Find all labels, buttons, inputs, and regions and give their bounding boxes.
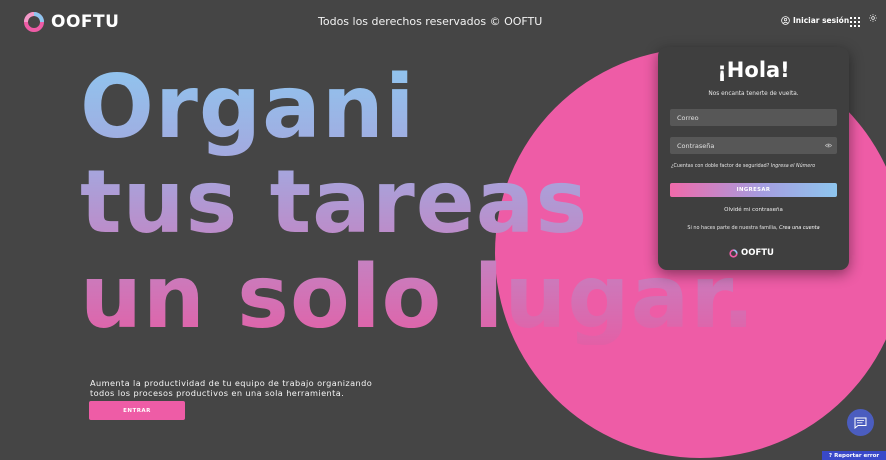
login-link[interactable]: Iniciar sesión [781,16,849,25]
card-brand-logo: OOFTU [729,248,774,258]
hero-subtitle: Aumenta la productividad de tu equipo de… [90,378,390,398]
login-link-label: Iniciar sesión [793,16,850,25]
report-error-button[interactable]: ? Reportar error [822,451,886,460]
chat-button[interactable] [847,409,874,436]
two-factor-prompt: ¿Cuentas con doble factor de seguridad? … [671,164,815,169]
apps-grid-icon[interactable] [850,17,860,27]
password-field[interactable] [670,137,837,154]
hero-subtitle-line-2: todos los procesos productivos en una so… [90,388,345,398]
card-brand-name: OOFTU [741,248,774,258]
two-factor-link[interactable]: Ingresa el Número [771,164,815,169]
hero-subtitle-line-1: Aumenta la productividad de tu equipo de… [90,378,373,388]
signup-link[interactable]: Crea una cuenta [779,225,820,231]
enter-button[interactable]: ENTRAR [89,401,185,420]
email-field[interactable] [670,109,837,126]
forgot-password-link[interactable]: Olvidé mi contraseña [658,207,849,213]
login-button[interactable]: INGRESAR [670,183,837,197]
question-icon: ? [828,452,833,459]
ooftu-logo-icon [24,12,44,32]
eye-icon[interactable] [825,143,832,148]
brand-logo[interactable]: OOFTU [23,11,119,33]
login-subtitle: Nos encanta tenerte de vuelta. [708,91,799,97]
two-factor-text: ¿Cuentas con doble factor de seguridad? [671,164,770,169]
brand-name: OOFTU [51,12,120,32]
signup-prompt: Si no haces parte de nuestra familia, Cr… [658,225,849,231]
sun-icon[interactable] [869,14,877,22]
ooftu-logo-icon [729,248,738,258]
copyright-text: Todos los derechos reservados © OOFTU [318,15,543,28]
login-card: ¡Hola! Nos encanta tenerte de vuelta. ¿C… [658,47,849,270]
user-icon [781,16,790,25]
chat-icon [854,417,867,429]
login-title: ¡Hola! [717,58,790,82]
signup-text: Si no haces parte de nuestra familia, [687,225,778,231]
report-error-label: Reportar error [834,452,880,459]
